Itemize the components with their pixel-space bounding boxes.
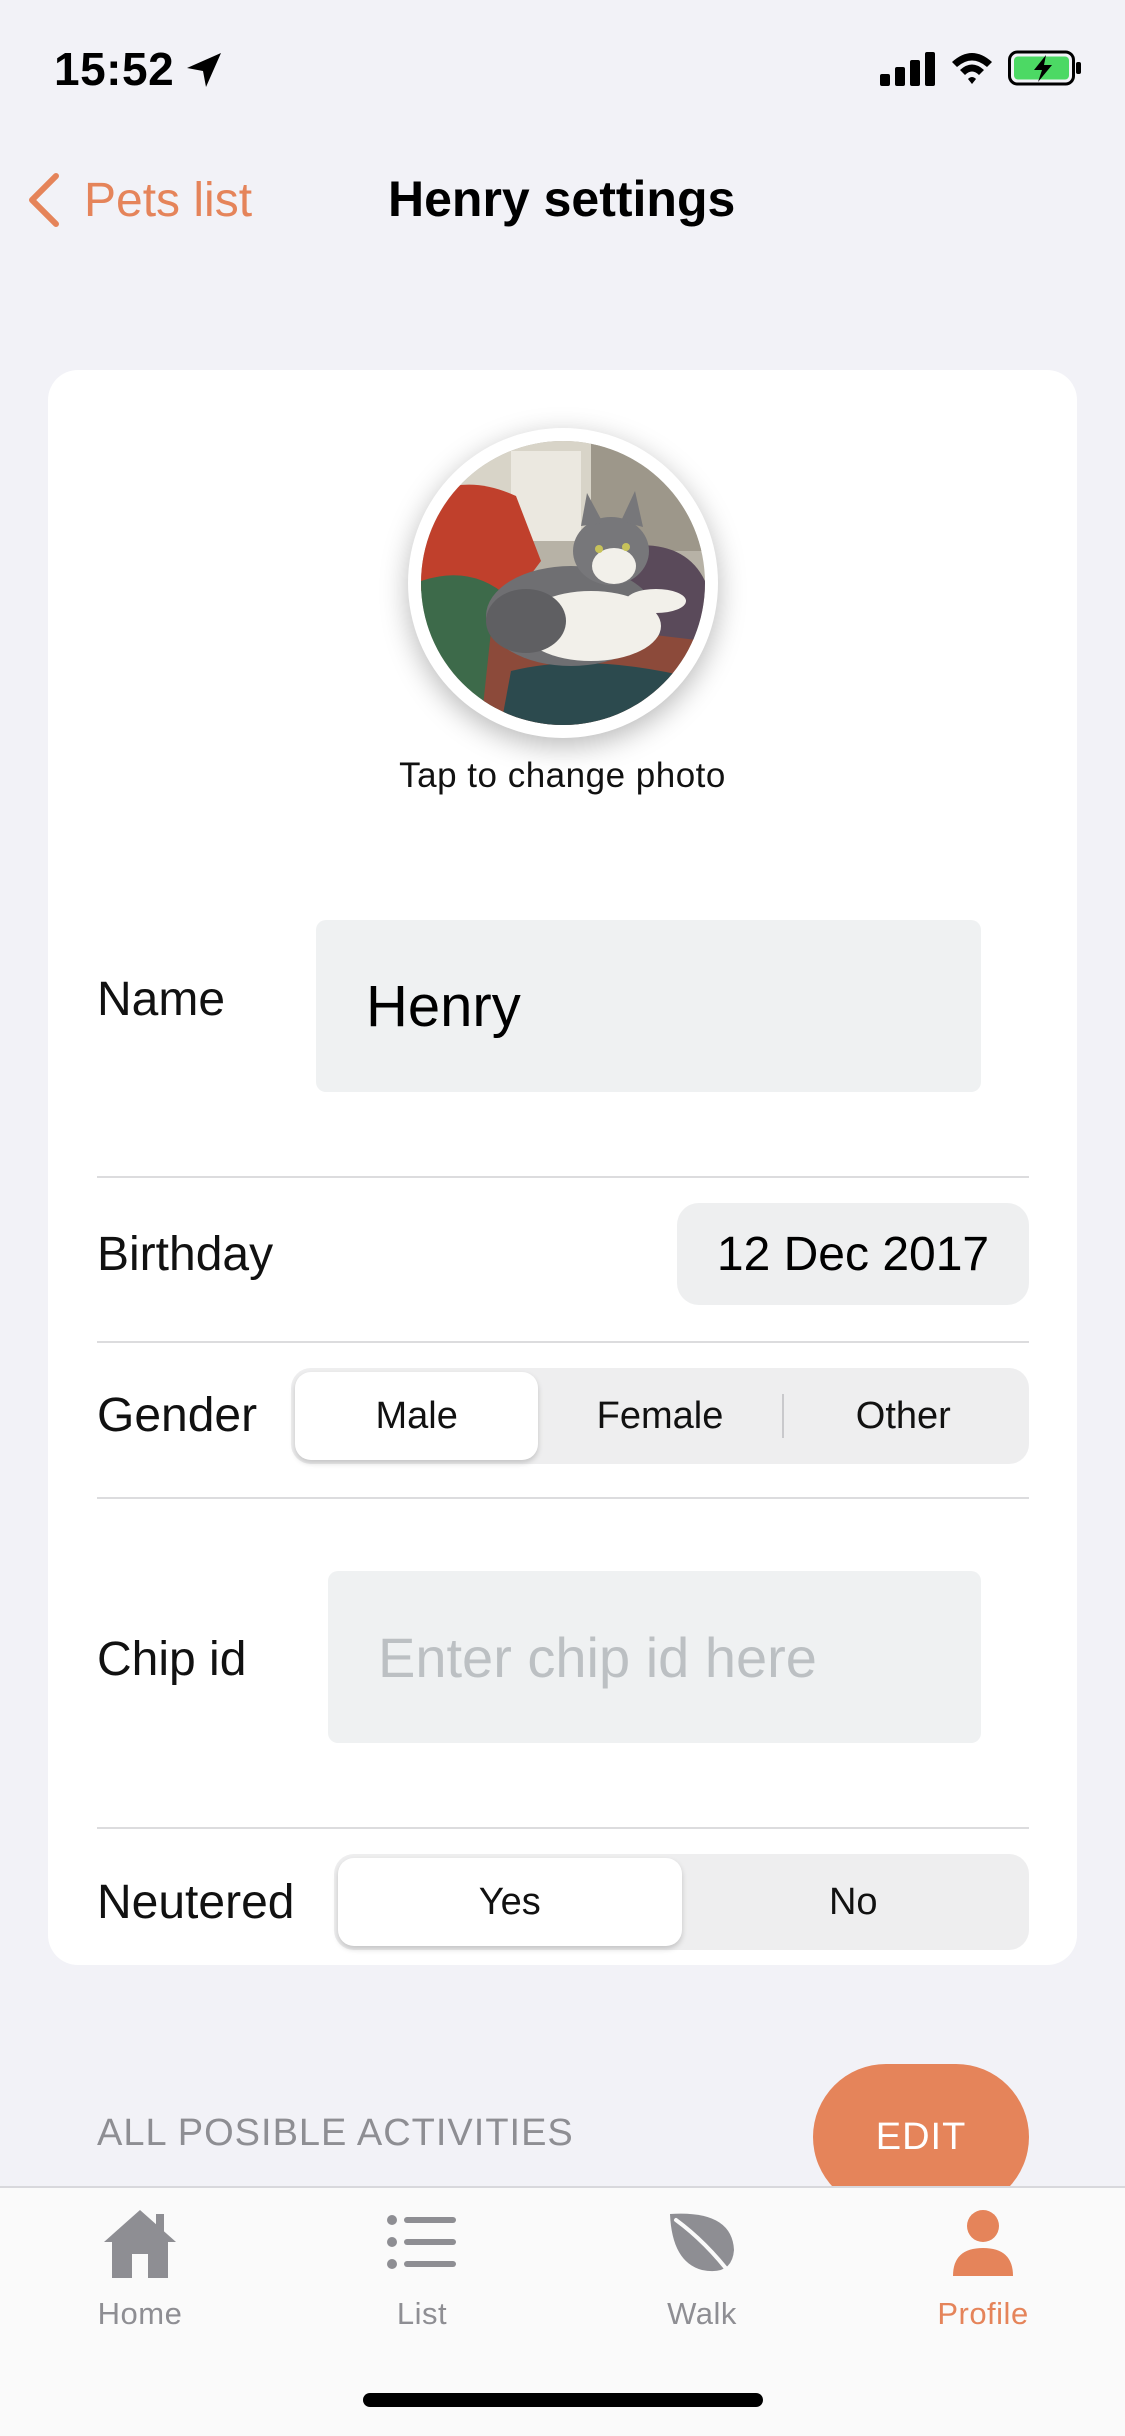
tab-walk[interactable]: Walk bbox=[602, 2206, 802, 2346]
divider bbox=[97, 1176, 1029, 1178]
tab-profile-label: Profile bbox=[937, 2296, 1029, 2331]
gender-option-other-label: Other bbox=[855, 1394, 951, 1437]
page-title: Henry settings bbox=[388, 171, 736, 227]
activities-section-label: ALL POSIBLE ACTIVITIES bbox=[97, 2112, 574, 2154]
location-arrow-icon bbox=[187, 53, 221, 87]
house-icon bbox=[104, 2210, 176, 2278]
tab-home-label: Home bbox=[97, 2296, 183, 2331]
neutered-segmented-control: Yes No bbox=[334, 1854, 1029, 1950]
divider bbox=[97, 1497, 1029, 1499]
status-bar: 15:52 bbox=[0, 0, 1125, 140]
name-input[interactable]: Henry bbox=[316, 920, 981, 1092]
tab-walk-label: Walk bbox=[667, 2296, 737, 2331]
leaf-icon bbox=[670, 2213, 734, 2278]
divider bbox=[97, 1341, 1029, 1343]
tab-list-label: List bbox=[396, 2296, 448, 2331]
tab-list[interactable]: List bbox=[322, 2206, 522, 2346]
name-label: Name bbox=[97, 973, 226, 1026]
neutered-label: Neutered bbox=[97, 1876, 295, 1929]
segment-separator bbox=[781, 1394, 784, 1438]
tab-home[interactable]: Home bbox=[40, 2206, 240, 2346]
gender-option-male[interactable]: Male bbox=[295, 1372, 539, 1460]
back-button[interactable]: Pets list bbox=[24, 168, 252, 232]
cellular-signal-icon bbox=[880, 52, 935, 86]
wifi-icon bbox=[952, 53, 992, 84]
battery-charging-icon bbox=[1008, 50, 1081, 86]
pet-settings-card: Tap to change photo Name Henry Birthday … bbox=[48, 370, 1077, 1965]
chevron-left-icon bbox=[29, 173, 59, 227]
person-icon bbox=[953, 2210, 1013, 2276]
status-time: 15:52 bbox=[54, 43, 175, 95]
cat-photo-image bbox=[421, 441, 705, 725]
gender-option-other[interactable]: Other bbox=[781, 1372, 1025, 1460]
tab-profile[interactable]: Profile bbox=[883, 2206, 1083, 2346]
gender-segmented-control: Male Female Other bbox=[291, 1368, 1029, 1464]
photo-caption: Tap to change photo bbox=[399, 756, 726, 795]
neutered-option-no[interactable]: No bbox=[682, 1858, 1026, 1946]
home-indicator bbox=[363, 2393, 763, 2407]
divider bbox=[97, 1827, 1029, 1829]
neutered-option-yes[interactable]: Yes bbox=[338, 1858, 682, 1946]
gender-option-female[interactable]: Female bbox=[538, 1372, 781, 1460]
pet-photo-button[interactable] bbox=[408, 428, 718, 738]
back-label: Pets list bbox=[84, 173, 253, 227]
pet-photo bbox=[421, 441, 705, 725]
list-icon bbox=[387, 2215, 456, 2269]
gender-label: Gender bbox=[97, 1389, 258, 1442]
birthday-label: Birthday bbox=[97, 1228, 274, 1281]
chip-id-input[interactable]: Enter chip id here bbox=[328, 1571, 981, 1743]
chip-id-label: Chip id bbox=[97, 1633, 247, 1686]
birthday-date-picker[interactable]: 12 Dec 2017 bbox=[677, 1203, 1029, 1305]
